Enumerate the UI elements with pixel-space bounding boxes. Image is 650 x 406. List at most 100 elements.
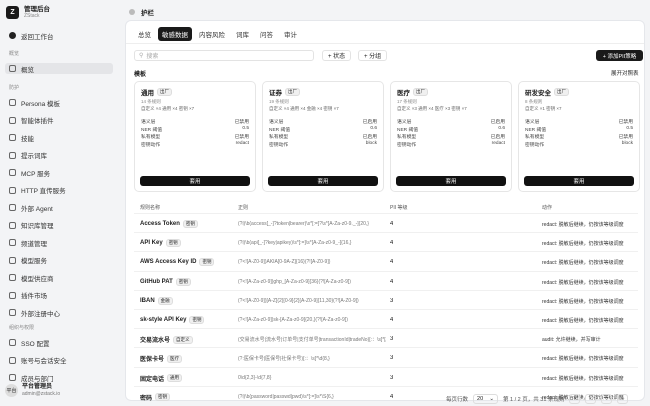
table-row[interactable]: GitHub PAT 密钥 (?<![A-Za-z0-9])ghp_[A-Za-z0… <box>134 270 638 290</box>
sidebar-item[interactable]: Persona 模板 <box>5 97 113 108</box>
sidebar-item[interactable]: 频道管理 <box>5 237 113 248</box>
template-setting-row: 语义层 已禁用 <box>141 118 249 126</box>
rows-per-page-label: 每页行数 <box>446 397 469 403</box>
search-input[interactable]: ⚲ 搜索 <box>134 50 314 61</box>
rule-name: AWS Access Key ID <box>140 259 197 266</box>
table-row[interactable]: sk-style API Key 密钥 (?<![A-Za-z0-9])sk-[A-… <box>134 309 638 328</box>
rule-name: 交易流水号 <box>140 338 171 345</box>
nav-icon <box>9 169 16 176</box>
rule-action: redact: 脱敏后继续，仍按该等级调度 <box>542 298 624 305</box>
sidebar-item-overview[interactable]: 概览 <box>5 63 113 74</box>
sidebar-item[interactable]: 智能体插件 <box>5 115 113 126</box>
tab[interactable]: 审计 <box>280 27 301 41</box>
sidebar-item[interactable]: 外部 Agent <box>5 202 113 213</box>
nav-icon <box>9 374 16 381</box>
sidebar-item[interactable]: 账号与会话安全 <box>5 355 113 366</box>
setting-label: NER 阈值 <box>525 127 547 133</box>
sidebar-item[interactable]: 成员与部门 <box>5 372 113 383</box>
user-profile[interactable]: 平台 平台管理员 admin@zstack.io <box>5 384 60 397</box>
tab[interactable]: 总览 <box>134 27 155 41</box>
expand-comparison-link[interactable]: 展开对照表 <box>611 69 639 77</box>
rule-regex: (?i)\b(access[_-]?token|bearer)\s*[:=]?\… <box>238 221 369 227</box>
apply-template-button[interactable]: 套用 <box>396 176 506 186</box>
rule-pii-level: 4 <box>390 259 394 266</box>
sidebar-item[interactable]: 知识库管理 <box>5 220 113 231</box>
table-row[interactable]: API Key 密钥 (?i)\b(api[_-]?key|apikey)\s*[:… <box>134 232 638 251</box>
tab[interactable]: 内容风险 <box>195 27 229 41</box>
nav-icon <box>9 339 16 346</box>
rule-regex: (?<![A-Za-z0-9])sk-[A-Za-z0-9]{20,}(?![A… <box>238 317 348 323</box>
sidebar-item[interactable]: SSO 配置 <box>5 337 113 348</box>
apply-template-button[interactable]: 套用 <box>268 176 378 186</box>
template-summary: 自定义 ×4 通用 ×4 金融 ×4 密钥 ×7 <box>269 106 339 111</box>
rule-name-cell: 固定电话 通用 <box>140 374 183 383</box>
first-page-button[interactable]: « <box>569 394 581 404</box>
rule-name-cell: sk-style API Key 密钥 <box>140 316 205 324</box>
next-page-button[interactable]: › <box>601 394 613 404</box>
tab[interactable]: 敏感数据 <box>158 27 192 41</box>
page-title: 护栏 <box>141 10 154 17</box>
sidebar-item[interactable]: 提示词库 <box>5 150 113 161</box>
template-summary: 自定义 ×1 密钥 ×7 <box>525 106 562 111</box>
sidebar-item-label: 成员与部门 <box>21 375 54 383</box>
sidebar-item[interactable]: MCP 服务 <box>5 167 113 178</box>
table-row[interactable]: 交易流水号 自定义 (交易流水号|流水号|订单号|支付单号|transactionI… <box>134 328 638 347</box>
setting-label: 语义层 <box>397 120 412 125</box>
rule-pii-level: 4 <box>390 240 394 247</box>
template-name: 研发安全 <box>525 90 551 97</box>
apply-template-button[interactable]: 套用 <box>524 176 634 186</box>
page-info: 第 1 / 2 页，共 31 条规则 <box>503 397 565 403</box>
template-setting-row: 私有模型 已启用 <box>269 133 377 141</box>
sidebar-item[interactable]: 外部注册中心 <box>5 307 113 318</box>
sidebar-item[interactable]: 模型供应商 <box>5 272 113 283</box>
section-org: 组织与权限 <box>9 325 35 331</box>
nav-icon <box>9 116 16 124</box>
rule-tag: 密钥 <box>175 277 191 286</box>
nav-icon <box>9 99 16 106</box>
template-tag: 出厂 <box>285 88 300 96</box>
rule-tag: 自定义 <box>173 335 193 344</box>
group-filter-button[interactable]: + 分组 <box>358 50 388 61</box>
template-title-row: 医疗 出厂 <box>397 87 505 97</box>
table-row[interactable]: AWS Access Key ID 密钥 (?<![A-Z0-9])AKIA[0-9… <box>134 251 638 270</box>
sidebar-item-label: MCP 服务 <box>21 170 51 178</box>
table-row[interactable]: Access Token 密钥 (?i)\b(access[_-]?token|be… <box>134 213 638 232</box>
setting-value: redact <box>235 140 249 146</box>
setting-value: 已启用 <box>362 120 377 125</box>
table-row[interactable]: 固定电话 通用 0\d{2,3}-\d{7,8} 3 redact: 脱敏后继续，仍按该… <box>134 366 638 386</box>
template-setting-row: 密钥动作 redact <box>397 141 505 149</box>
tab[interactable]: 词库 <box>232 27 253 41</box>
add-pii-policy-button[interactable]: + 添加PII策略 <box>596 50 643 61</box>
template-setting-row: 语义层 已启用 <box>397 118 505 126</box>
apply-template-button[interactable]: 套用 <box>140 176 250 186</box>
sidebar-item-label: 插件市场 <box>21 293 47 300</box>
rule-tag: 医疗 <box>167 354 183 363</box>
rows-per-page-select[interactable]: 20 ⌄ <box>473 394 499 404</box>
rule-pii-level: 4 <box>390 393 394 400</box>
setting-value: 0.5 <box>626 125 633 131</box>
user-name: 平台管理员 <box>22 384 53 390</box>
page-header: 护栏 <box>129 7 154 17</box>
template-name: 通用 <box>141 90 154 97</box>
rule-action: redact: 脱敏后继续，仍按该等级调度 <box>542 318 624 324</box>
sidebar-item[interactable]: 模型服务 <box>5 255 113 266</box>
last-page-button[interactable]: » <box>617 394 629 404</box>
sidebar-item-label: 外部 Agent <box>21 205 53 213</box>
sidebar-item[interactable]: HTTP 直传服务 <box>5 185 113 196</box>
status-filter-button[interactable]: + 状态 <box>322 50 352 61</box>
table-row[interactable]: IBAN 金融 (?<![A-Z0-9])[A-Z]{2}[0-9]{2}[A-Z0… <box>134 289 638 309</box>
prev-page-button[interactable]: ‹ <box>585 394 597 404</box>
sidebar-item-label: 模型服务 <box>21 258 47 265</box>
sidebar-item-label: 智能体插件 <box>21 118 54 125</box>
table-row[interactable]: 医保卡号 医疗 (?:医保卡号|医保号|社保卡号)[:：\s]*\d{8,} 3 red… <box>134 347 638 366</box>
setting-value: block <box>365 140 377 146</box>
grid-icon <box>9 65 16 72</box>
back-to-workspace[interactable]: 返回工作台 <box>5 30 113 41</box>
rule-action: audit: 允许继续，并写审计 <box>542 337 601 344</box>
rule-pii-level: 4 <box>390 221 394 227</box>
sidebar-item[interactable]: 插件市场 <box>5 290 113 301</box>
nav-icon <box>9 186 16 194</box>
sidebar-item[interactable]: 技能 <box>5 132 113 143</box>
template-count: 14 条规则 <box>141 99 161 104</box>
tab[interactable]: 问答 <box>256 27 277 41</box>
